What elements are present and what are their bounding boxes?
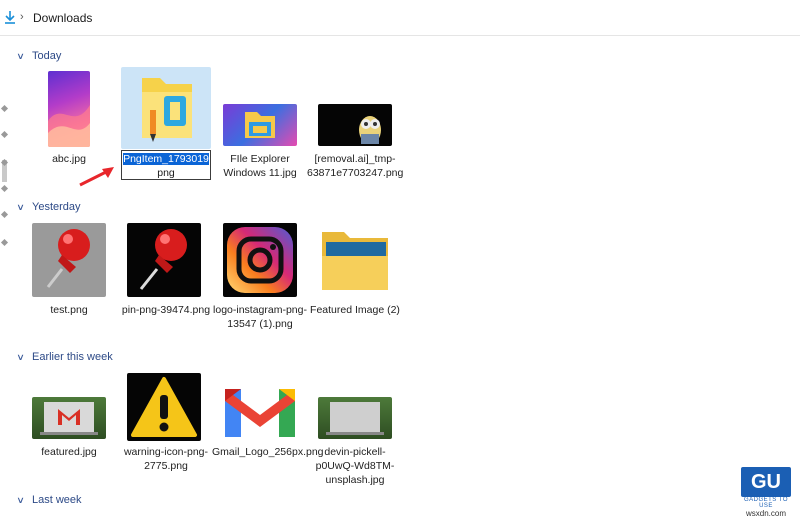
file-name: devin-pickell-p0UwQ-Wd8TM-unsplash.jpg <box>315 446 395 486</box>
file-item-abc[interactable]: abc.jpg <box>21 68 117 178</box>
nav-pane-edge[interactable] <box>0 36 10 522</box>
image-thumbnail <box>127 223 201 297</box>
gadgets-to-use-logo: GU <box>741 467 791 497</box>
file-name: FIle Explorer Windows 11.jpg <box>223 153 297 179</box>
nav-expander-icon[interactable] <box>0 238 9 247</box>
file-name: warning-icon-png-2775.png <box>123 446 209 472</box>
chevron-down-icon: ∨ <box>16 201 25 212</box>
chevron-down-icon: ∨ <box>16 50 25 61</box>
file-item-test[interactable]: test.png <box>21 220 117 320</box>
folder-icon <box>134 72 200 146</box>
nav-expander-icon[interactable] <box>0 130 9 139</box>
file-item-removal-ai[interactable]: [removal.ai]_tmp-63871e7703247.png <box>307 68 403 192</box>
watermark: GU GADGETS TO USE wsxdn.com <box>738 467 794 518</box>
file-item-gmail-logo[interactable]: Gmail_Logo_256px.png <box>212 370 324 482</box>
image-thumbnail <box>223 223 297 297</box>
nav-expander-icon[interactable] <box>0 184 9 193</box>
file-name: pin-png-39474.png <box>121 304 211 316</box>
chevron-down-icon: ∨ <box>16 494 25 505</box>
nav-expander-icon[interactable] <box>0 104 9 113</box>
chevron-right-icon[interactable]: › <box>20 11 24 23</box>
file-item-pngitem[interactable]: PngItem_1793019 png <box>118 68 214 180</box>
address-bar: › Downloads <box>0 0 800 36</box>
group-header-today[interactable]: ∨ Today <box>16 50 61 62</box>
image-thumbnail <box>223 104 297 146</box>
image-thumbnail <box>32 397 106 439</box>
image-thumbnail <box>223 383 297 439</box>
chevron-down-icon: ∨ <box>16 351 25 362</box>
rename-field[interactable]: PngItem_1793019 png <box>121 150 211 180</box>
file-item-warning-icon[interactable]: warning-icon-png-2775.png <box>118 370 214 482</box>
image-thumbnail <box>318 104 392 146</box>
file-name: Featured Image (2) <box>310 304 400 316</box>
folder-icon <box>320 228 390 294</box>
annotation-arrow-icon <box>79 167 114 187</box>
rename-extension: png <box>157 167 175 179</box>
file-item-devin-pickell[interactable]: devin-pickell-p0UwQ-Wd8TM-unsplash.jpg <box>307 370 403 494</box>
breadcrumb-downloads[interactable]: Downloads <box>33 11 92 25</box>
file-item-pin-png[interactable]: pin-png-39474.png <box>118 220 214 332</box>
file-name: [removal.ai]_tmp-63871e7703247.png <box>307 153 404 179</box>
file-name: Gmail_Logo_256px.png <box>212 446 324 458</box>
watermark-site: wsxdn.com <box>745 509 786 518</box>
image-thumbnail <box>127 373 201 441</box>
watermark-tagline: GADGETS TO USE <box>743 497 789 509</box>
file-item-file-explorer[interactable]: FIle Explorer Windows 11.jpg <box>212 68 308 180</box>
rename-selected-text[interactable]: PngItem_1793019 <box>123 153 209 165</box>
download-icon[interactable] <box>3 10 17 26</box>
file-item-instagram[interactable]: logo-instagram-png-13547 (1).png <box>212 220 308 344</box>
image-thumbnail <box>32 223 106 297</box>
file-item-featured-image-folder[interactable]: Featured Image (2) <box>307 220 403 332</box>
group-header-yesterday[interactable]: ∨ Yesterday <box>16 201 80 213</box>
group-header-last-week[interactable]: ∨ Last week <box>16 494 81 506</box>
file-item-featured-jpg[interactable]: featured.jpg <box>21 370 117 470</box>
nav-expander-icon[interactable] <box>0 210 9 219</box>
group-header-earlier-this-week[interactable]: ∨ Earlier this week <box>16 351 113 363</box>
file-name: featured.jpg <box>41 446 97 458</box>
file-name: logo-instagram-png-13547 (1).png <box>213 304 307 330</box>
file-name: abc.jpg <box>52 153 86 165</box>
image-thumbnail <box>318 397 392 439</box>
file-name: test.png <box>50 304 88 316</box>
image-thumbnail <box>48 71 90 147</box>
